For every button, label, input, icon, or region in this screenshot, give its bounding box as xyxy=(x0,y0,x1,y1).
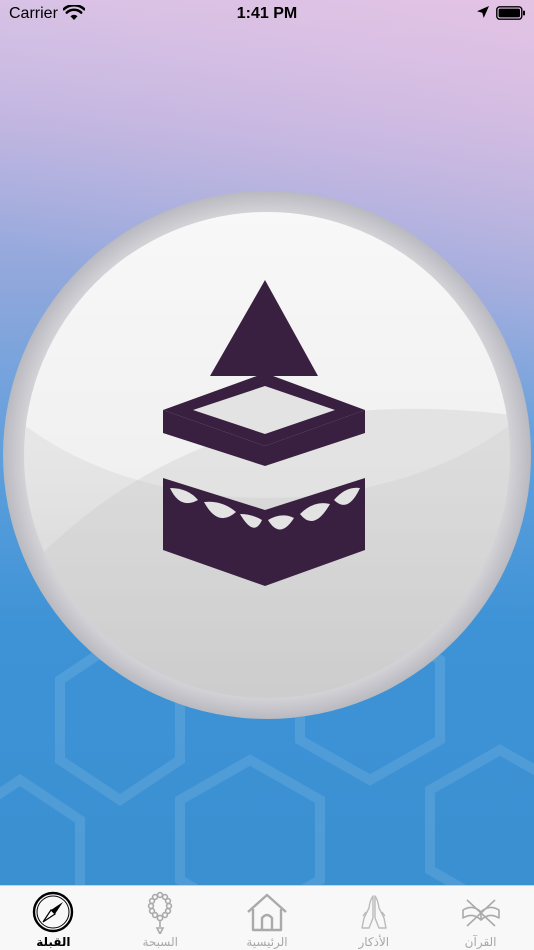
status-bar: Carrier 1:41 PM xyxy=(0,0,534,28)
tab-quran[interactable]: القرآن xyxy=(427,886,534,950)
home-icon xyxy=(247,893,287,932)
tab-adhkar-label: الأذكار xyxy=(358,935,390,949)
quran-icon xyxy=(461,899,500,927)
tab-home-label: الرئيسية xyxy=(246,935,288,949)
location-arrow-icon xyxy=(477,6,489,18)
tab-prayer-beads[interactable]: السبحة xyxy=(107,886,214,950)
tab-quran-label: القرآن xyxy=(464,935,497,949)
praying-hands-icon xyxy=(361,895,387,929)
status-time: 1:41 PM xyxy=(236,5,298,22)
battery-icon xyxy=(496,6,525,20)
tab-home[interactable]: الرئيسية xyxy=(214,886,321,950)
qibla-screen: Carrier 1:41 PM القبلة السبحة الرئيسية ا… xyxy=(0,0,534,950)
tab-qibla-label: القبلة xyxy=(36,935,71,949)
tab-bar: القبلة السبحة الرئيسية الأذكار القرآن xyxy=(0,885,534,950)
tab-adhkar[interactable]: الأذكار xyxy=(320,886,427,950)
prayer-beads-icon xyxy=(147,891,173,934)
tab-qibla[interactable]: القبلة xyxy=(0,886,107,950)
tab-prayer-beads-label: السبحة xyxy=(142,935,178,949)
qibla-compass-dial xyxy=(3,191,531,719)
compass-icon xyxy=(33,891,74,933)
